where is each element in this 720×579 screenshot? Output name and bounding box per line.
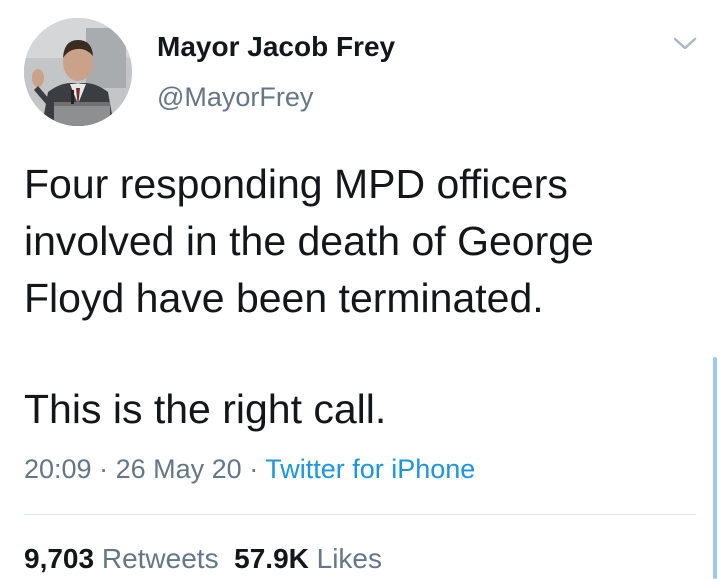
tweet-stats: 9,703 Retweets 57.9K Likes (24, 543, 382, 575)
tweet-meta: 20:09 · 26 May 20 · Twitter for iPhone (24, 454, 475, 485)
retweets-label: Retweets (101, 543, 219, 574)
likes-label: Likes (316, 543, 383, 574)
tweet-card: Mayor Jacob Frey @MayorFrey Four respond… (0, 0, 720, 579)
tweet-time[interactable]: 20:09 (24, 454, 92, 484)
display-name[interactable]: Mayor Jacob Frey (157, 31, 395, 63)
tweet-text: Four responding MPD officers involved in… (24, 156, 694, 438)
meta-separator: · (249, 454, 259, 484)
scrollbar[interactable] (713, 357, 717, 579)
retweets-stat[interactable]: 9,703 Retweets (24, 543, 219, 574)
tweet-text-line: This is the right call. (24, 386, 387, 432)
tweet-text-line: involved in the death of George (24, 218, 594, 264)
chevron-down-icon[interactable] (671, 34, 699, 54)
tweet-source-link[interactable]: Twitter for iPhone (265, 454, 475, 484)
avatar[interactable] (24, 18, 132, 126)
likes-count: 57.9K (234, 543, 309, 574)
divider (24, 514, 696, 515)
likes-stat[interactable]: 57.9K Likes (234, 543, 382, 574)
meta-separator: · (99, 454, 109, 484)
tweet-date[interactable]: 26 May 20 (116, 454, 242, 484)
tweet-text-line: Floyd have been terminated. (24, 275, 544, 321)
retweets-count: 9,703 (24, 543, 95, 574)
tweet-text-line: Four responding MPD officers (24, 161, 568, 207)
user-handle[interactable]: @MayorFrey (157, 82, 313, 113)
